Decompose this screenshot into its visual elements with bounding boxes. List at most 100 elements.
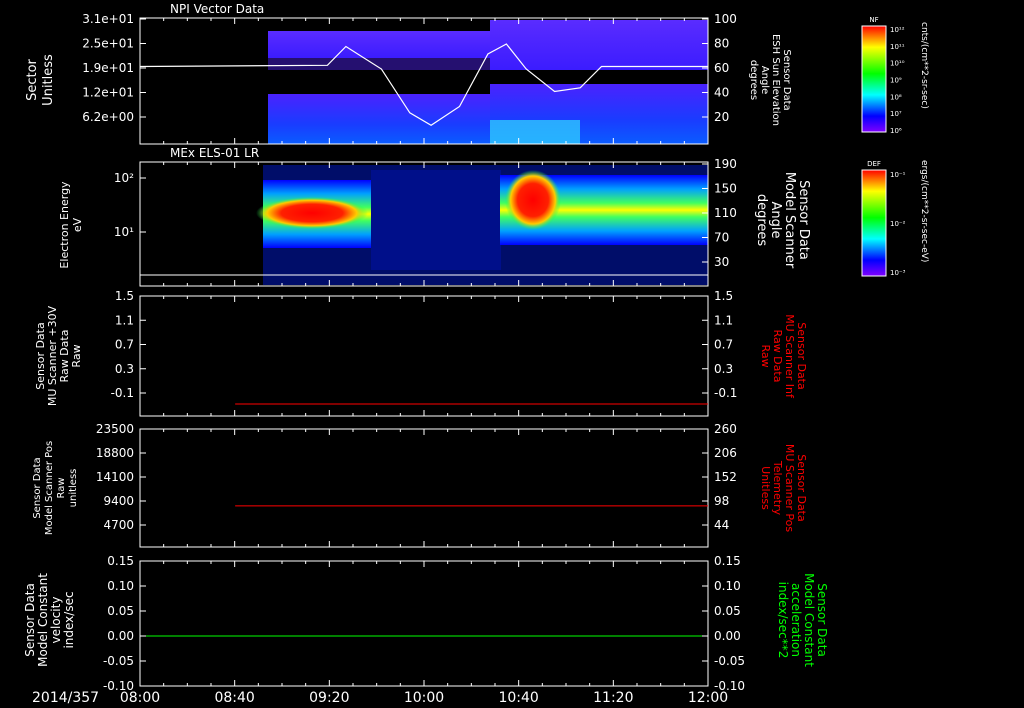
els-hot-spot-late (505, 170, 561, 230)
els-ylabel: Electron Energy eV (58, 181, 84, 269)
y-tick-label: 0.15 (107, 554, 134, 568)
panel-scanner-pos: 23500 18800 14100 9400 4700 260 206 152 98 44 Se… (32, 422, 808, 548)
y2-tick-label: 80 (714, 37, 729, 51)
y2-tick-label: 1.5 (714, 289, 733, 303)
y2-tick-label: 30 (714, 255, 729, 269)
date-label: 2014/357 (32, 690, 99, 706)
panel-3-frame (139, 295, 709, 417)
panel-4-y2-ticks: 260 206 152 98 44 (702, 422, 737, 532)
y2-tick-label: 1.1 (714, 313, 733, 327)
y2-tick-label: 0.10 (714, 579, 741, 593)
y-tick-label: 1.2e+01 (82, 86, 134, 100)
els-y2label: Sensor Data Model Scanner Angle degrees (754, 172, 811, 269)
panel-els: MEx ELS-01 LR 10² 10¹ 190 150 110 70 30 Elect… (58, 146, 811, 287)
y-tick-label: 10² (114, 171, 134, 185)
npi-y2label-line: degrees (748, 60, 759, 100)
colorbar-tick-label: 10¹¹ (890, 43, 905, 51)
y-tick-label: 9400 (103, 494, 134, 508)
y2-tick-label: 260 (714, 422, 737, 436)
els-noise-middle (371, 170, 501, 270)
panel-3-y2-ticks: 1.5 1.1 0.7 0.3 -0.1 (702, 289, 737, 400)
panel-5-y2label-line: Model Constant (802, 573, 816, 667)
panel-mu-scanner-raw: 1.5 1.1 0.7 0.3 -0.1 1.5 1.1 0.7 0.3 -0.1 Sensor… (34, 289, 808, 417)
panel-4-ylabel-line: Model Scanner Pos (44, 441, 55, 535)
panel-4-ylabel: Sensor Data Model Scanner Pos Raw unitle… (32, 441, 79, 535)
colorbar-els-scale (861, 169, 887, 277)
els-y2label-line: Angle (768, 202, 783, 239)
panel-3-ylabel-line: Raw (70, 344, 83, 367)
colorbar-tick-label: 10⁻³ (890, 269, 906, 277)
panel-5-ylabel-line: Sensor Data (23, 583, 37, 657)
y2-tick-label: 110 (714, 206, 737, 220)
npi-y2label-line: Angle (759, 66, 770, 94)
y2-tick-label: 0.15 (714, 554, 741, 568)
els-y2label-line: degrees (754, 194, 769, 247)
y2-tick-label: 190 (714, 157, 737, 171)
panel-5-ylabel-line: velocity (49, 597, 63, 644)
npi-y-ticks: 3.1e+01 2.5e+01 1.9e+01 1.2e+01 6.2e+00 (82, 12, 146, 124)
y2-tick-label: 100 (714, 12, 737, 26)
y-tick-label: 3.1e+01 (82, 12, 134, 26)
panel-5-frame (139, 560, 709, 687)
time-tick-label: 08:40 (214, 690, 254, 706)
y2-tick-label: 40 (714, 86, 729, 100)
time-tick-label: 12:00 (688, 690, 728, 706)
y-tick-label: -0.05 (103, 654, 134, 668)
panel-4-ylabel-line: Raw (56, 477, 67, 498)
colorbar-els-ticks: 10⁻¹ 10⁻² 10⁻³ (890, 171, 906, 277)
colorbar-npi: NF 10¹² 10¹¹ 10¹⁰ 10⁹ 10⁸ 10⁷ 10⁶ cnts/(cm**2-… (861, 16, 929, 135)
time-tick-label: 09:20 (309, 690, 349, 706)
panel-4-y-ticks: 23500 18800 14100 9400 4700 (96, 422, 146, 532)
npi-y2label-line: ESH Sun Elevation (770, 34, 781, 126)
colorbar-tick-label: 10⁶ (890, 127, 902, 135)
y-tick-label: 14100 (96, 470, 134, 484)
y-tick-label: 0.00 (107, 629, 134, 643)
colorbar-npi-scale (861, 25, 887, 133)
npi-spectrogram (268, 20, 708, 144)
colorbar-tick-label: 10⁻² (890, 220, 906, 228)
y-tick-label: 0.10 (107, 579, 134, 593)
y2-tick-label: 0.3 (714, 362, 733, 376)
y-tick-label: 1.5 (115, 289, 134, 303)
y-tick-label: 6.2e+00 (82, 110, 134, 124)
npi-y2label: Sensor Data ESH Sun Elevation Angle degr… (748, 34, 792, 126)
panel-5-y2label-line: acceleration (789, 583, 803, 657)
els-ylabel-line: Electron Energy (58, 181, 71, 269)
npi-mid-band (268, 58, 490, 70)
y2-tick-label: 20 (714, 110, 729, 124)
panel-4-ylabel-line: unitless (68, 469, 79, 508)
npi-ylabel: Sector Unitless (25, 54, 56, 106)
y2-tick-label: 60 (714, 61, 729, 75)
panel-model-constant: 0.150.100.050.00-0.05-0.10 0.150.100.050… (23, 554, 829, 693)
npi-ylabel-line: Unitless (41, 54, 56, 106)
colorbar-npi-units: cnts/(cm**2-sr-sec) (919, 22, 929, 109)
y-tick-label: 2.5e+01 (82, 37, 134, 51)
npi-y2label-line: Sensor Data (781, 49, 792, 110)
npi-bright-patch (490, 120, 580, 144)
time-tick-label: 10:40 (498, 690, 538, 706)
els-hot-spot-early (256, 197, 368, 229)
panel-3-y-ticks: 1.5 1.1 0.7 0.3 -0.1 (111, 289, 146, 400)
y2-tick-label: 206 (714, 446, 737, 460)
y2-tick-label: -0.05 (714, 654, 745, 668)
npi-ylabel-line: Sector (25, 58, 40, 100)
chart-figure: NPI Vector Data 3.1e+01 2.5e+01 1.9e+01 1.2… (23, 2, 929, 706)
panel-4-ylabel-line: Sensor Data (32, 457, 43, 518)
panel-5-ylabel-line: Model Constant (36, 573, 50, 667)
y2-tick-label: 152 (714, 470, 737, 484)
panel-5-y2label-line: Sensor Data (815, 583, 829, 657)
colorbar-tick-label: 10⁻¹ (890, 171, 906, 179)
panel-npi-title: NPI Vector Data (170, 2, 264, 16)
y2-tick-label: 70 (714, 231, 729, 245)
els-y2label-line: Sensor Data (796, 180, 811, 260)
time-tick-label: 08:00 (120, 690, 160, 706)
y-tick-label: 23500 (96, 422, 134, 436)
y2-tick-label: 44 (714, 518, 729, 532)
time-tick-label: 11:20 (593, 690, 633, 706)
y-tick-label: 1.9e+01 (82, 61, 134, 75)
colorbar-els: DEF 10⁻¹ 10⁻² 10⁻³ ergs/(cm**2-sr-sec-eV) (861, 160, 929, 277)
colorbar-npi-label: NF (869, 16, 878, 24)
y-tick-label: 10¹ (114, 225, 134, 239)
els-y2label-line: Model Scanner (782, 172, 797, 269)
colorbar-tick-label: 10¹⁰ (890, 60, 905, 68)
